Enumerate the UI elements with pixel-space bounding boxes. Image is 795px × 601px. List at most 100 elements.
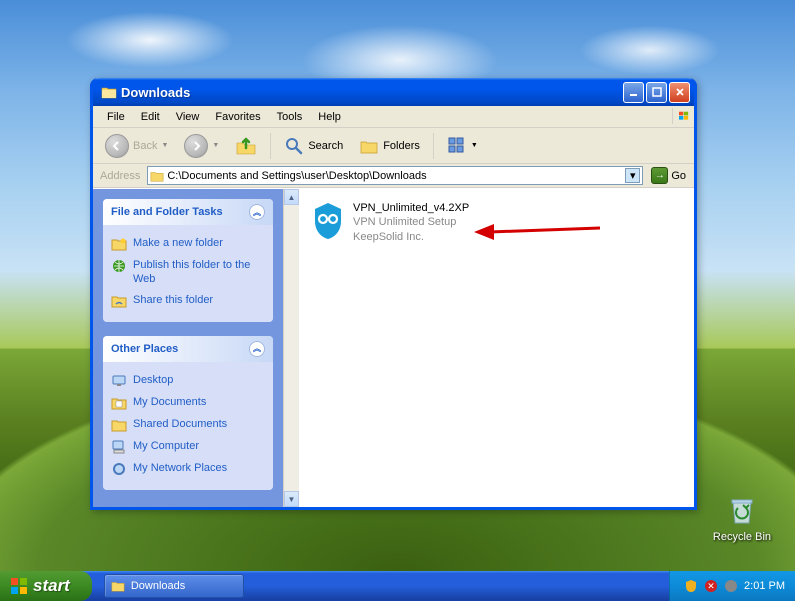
- task-label: Publish this folder to the Web: [133, 258, 265, 287]
- address-input[interactable]: C:\Documents and Settings\user\Desktop\D…: [147, 166, 643, 185]
- panel-title: Other Places: [111, 343, 178, 355]
- explorer-body: File and Folder Tasks ︽ Make a new folde…: [93, 188, 694, 507]
- search-button[interactable]: Search: [278, 132, 349, 160]
- sidebar-scrollbar[interactable]: ▲ ▼: [283, 189, 299, 507]
- search-label: Search: [308, 140, 343, 152]
- panel-header[interactable]: Other Places ︽: [103, 336, 273, 362]
- place-label: My Network Places: [133, 461, 227, 475]
- menu-help[interactable]: Help: [310, 108, 349, 126]
- file-description: VPN Unlimited Setup: [353, 215, 469, 229]
- windows-logo-icon: [10, 577, 28, 595]
- task-share-folder[interactable]: Share this folder: [111, 290, 265, 312]
- folders-button[interactable]: Folders: [353, 132, 426, 160]
- forward-button[interactable]: ▼: [178, 130, 225, 162]
- menu-view[interactable]: View: [168, 108, 208, 126]
- views-button[interactable]: ▼: [441, 132, 484, 160]
- place-label: Shared Documents: [133, 417, 227, 431]
- shield-tray-icon: [684, 579, 698, 593]
- maximize-button[interactable]: [646, 82, 667, 103]
- file-company: KeepSolid Inc.: [353, 230, 469, 244]
- place-my-documents[interactable]: My Documents: [111, 392, 265, 414]
- folders-label: Folders: [383, 140, 420, 152]
- warning-tray-icon: ✕: [704, 579, 718, 593]
- recycle-bin-icon: [725, 493, 759, 527]
- other-places-panel: Other Places ︽ Desktop My Documents Shar…: [103, 336, 273, 490]
- folder-icon: [111, 579, 125, 593]
- vpn-shield-icon: [311, 201, 345, 241]
- scroll-down-icon[interactable]: ▼: [284, 491, 299, 507]
- panel-title: File and Folder Tasks: [111, 206, 223, 218]
- titlebar[interactable]: Downloads: [93, 78, 694, 106]
- minimize-button[interactable]: [623, 82, 644, 103]
- chevron-up-icon: ︽: [249, 341, 265, 357]
- file-text: VPN_Unlimited_v4.2XP VPN Unlimited Setup…: [353, 201, 469, 244]
- toolbar-separator-2: [433, 133, 434, 159]
- folder-icon: [150, 169, 164, 183]
- scroll-up-icon[interactable]: ▲: [284, 189, 299, 205]
- new-folder-icon: [111, 236, 127, 252]
- task-label: Make a new folder: [133, 236, 223, 250]
- file-name: VPN_Unlimited_v4.2XP: [353, 201, 469, 215]
- views-icon: [447, 136, 467, 156]
- file-list-pane[interactable]: VPN_Unlimited_v4.2XP VPN Unlimited Setup…: [299, 189, 694, 507]
- place-label: Desktop: [133, 373, 173, 387]
- share-folder-icon: [111, 293, 127, 309]
- folder-icon: [101, 85, 117, 99]
- forward-arrow-icon: [184, 134, 208, 158]
- place-label: My Computer: [133, 439, 199, 453]
- back-label: Back: [133, 140, 157, 152]
- place-shared-documents[interactable]: Shared Documents: [111, 414, 265, 436]
- search-icon: [284, 136, 304, 156]
- svg-text:✕: ✕: [707, 581, 715, 591]
- globe-icon: [111, 258, 127, 274]
- menu-file[interactable]: File: [99, 108, 133, 126]
- toolbar: Back ▼ ▼ Search Folde: [93, 128, 694, 164]
- clock: 2:01 PM: [744, 580, 785, 592]
- close-button[interactable]: [669, 82, 690, 103]
- address-path: C:\Documents and Settings\user\Desktop\D…: [167, 170, 426, 182]
- place-desktop[interactable]: Desktop: [111, 370, 265, 392]
- taskbar: start Downloads ✕ 2:01 PM: [0, 571, 795, 601]
- back-button[interactable]: Back ▼: [99, 130, 174, 162]
- place-label: My Documents: [133, 395, 206, 409]
- go-button[interactable]: → Go: [647, 166, 690, 185]
- menu-edit[interactable]: Edit: [133, 108, 168, 126]
- place-my-computer[interactable]: My Computer: [111, 436, 265, 458]
- address-bar: Address C:\Documents and Settings\user\D…: [93, 164, 694, 188]
- up-button[interactable]: [229, 131, 263, 161]
- menu-tools[interactable]: Tools: [269, 108, 311, 126]
- chevron-up-icon: ︽: [249, 204, 265, 220]
- taskbar-item-downloads[interactable]: Downloads: [104, 574, 244, 598]
- start-label: start: [33, 576, 70, 596]
- back-arrow-icon: [105, 134, 129, 158]
- menubar: File Edit View Favorites Tools Help: [93, 106, 694, 128]
- go-arrow-icon: →: [651, 167, 668, 184]
- windows-flag-icon: [672, 108, 690, 124]
- system-tray[interactable]: ✕ 2:01 PM: [669, 571, 795, 601]
- go-label: Go: [671, 170, 686, 182]
- place-network-places[interactable]: My Network Places: [111, 458, 265, 480]
- network-icon: [111, 461, 127, 477]
- window-title: Downloads: [121, 85, 623, 100]
- common-tasks-sidebar: File and Folder Tasks ︽ Make a new folde…: [93, 189, 283, 507]
- start-button[interactable]: start: [0, 571, 92, 601]
- info-tray-icon: [724, 579, 738, 593]
- toolbar-separator: [270, 133, 271, 159]
- explorer-window: Downloads File Edit View Favorites Tools…: [90, 78, 697, 510]
- file-item-vpn-unlimited[interactable]: VPN_Unlimited_v4.2XP VPN Unlimited Setup…: [311, 201, 682, 244]
- menu-favorites[interactable]: Favorites: [207, 108, 268, 126]
- folder-up-icon: [235, 135, 257, 157]
- desktop-recycle-bin[interactable]: Recycle Bin: [713, 493, 771, 543]
- address-dropdown-icon[interactable]: ▾: [625, 168, 640, 183]
- desktop-icon: [111, 373, 127, 389]
- task-make-new-folder[interactable]: Make a new folder: [111, 233, 265, 255]
- file-folder-tasks-panel: File and Folder Tasks ︽ Make a new folde…: [103, 199, 273, 322]
- desktop-icon-label: Recycle Bin: [713, 531, 771, 543]
- taskbar-item-label: Downloads: [131, 580, 185, 592]
- folders-icon: [359, 136, 379, 156]
- documents-folder-icon: [111, 395, 127, 411]
- shared-folder-icon: [111, 417, 127, 433]
- task-publish-folder[interactable]: Publish this folder to the Web: [111, 255, 265, 290]
- panel-header[interactable]: File and Folder Tasks ︽: [103, 199, 273, 225]
- address-label: Address: [97, 170, 143, 182]
